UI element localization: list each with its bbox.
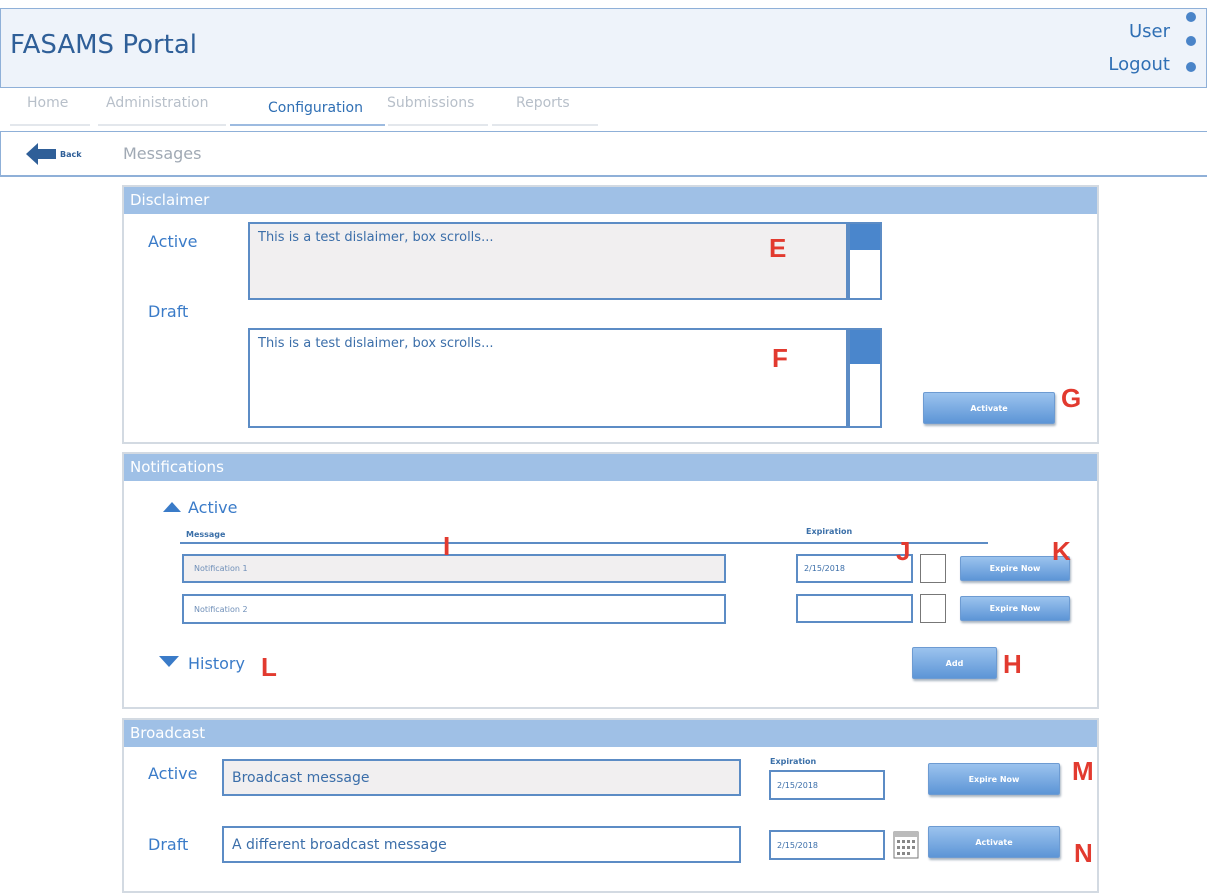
scroll-thumb[interactable] (850, 224, 880, 250)
disclaimer-activate-button[interactable]: Activate (923, 392, 1055, 424)
nav-reports[interactable]: Reports (516, 95, 570, 121)
app-title: FASAMS Portal (10, 30, 198, 60)
broadcast-active-expiration[interactable]: 2/15/2018 (769, 770, 885, 800)
broadcast-draft-text[interactable]: A different broadcast message (222, 826, 741, 863)
disclaimer-draft-label: Draft (148, 302, 189, 321)
broadcast-active-text[interactable]: Broadcast message (222, 759, 741, 796)
annotation-f: F (772, 343, 788, 373)
annotation-l: L (261, 652, 277, 682)
annotation-g: G (1061, 383, 1082, 413)
broadcast-panel-title: Broadcast (124, 720, 1097, 747)
notification-2-calendar-icon[interactable] (920, 594, 946, 623)
nav-underline-configuration (230, 124, 385, 126)
notification-1-message[interactable]: Notification 1 (182, 554, 726, 583)
notification-2-message[interactable]: Notification 2 (182, 594, 726, 624)
expand-down-icon[interactable] (159, 656, 179, 667)
status-dot-icon (1186, 12, 1196, 22)
table-header-divider (180, 542, 988, 544)
annotation-j: J (896, 536, 911, 566)
disclaimer-active-text[interactable]: This is a test dislaimer, box scrolls... (248, 222, 848, 300)
annotation-i: I (443, 531, 451, 561)
column-header-expiration: Expiration (806, 527, 853, 536)
broadcast-expiration-label: Expiration (770, 757, 817, 766)
annotation-m: M (1072, 756, 1094, 786)
notification-2-expire-button[interactable]: Expire Now (960, 596, 1070, 621)
page-title: Messages (123, 144, 202, 163)
back-arrow-icon[interactable] (26, 143, 56, 165)
notification-2-expiration[interactable] (796, 594, 913, 623)
broadcast-active-label: Active (148, 764, 198, 783)
collapse-up-icon[interactable] (163, 502, 181, 512)
calendar-icon[interactable] (893, 831, 919, 859)
notification-1-calendar-icon[interactable] (920, 554, 946, 583)
back-button[interactable]: Back (60, 150, 82, 159)
notifications-history-toggle[interactable]: History (188, 654, 245, 673)
disclaimer-draft-text[interactable]: This is a test dislaimer, box scrolls... (248, 328, 848, 428)
disclaimer-draft-scrollbar[interactable] (848, 328, 882, 428)
disclaimer-active-label: Active (148, 232, 198, 251)
notifications-active-toggle[interactable]: Active (188, 498, 238, 517)
user-dot-icon (1186, 36, 1196, 46)
notifications-panel-title: Notifications (124, 454, 1097, 481)
disclaimer-panel-title: Disclaimer (124, 187, 1097, 214)
broadcast-expire-button[interactable]: Expire Now (928, 763, 1060, 795)
annotation-k: K (1052, 536, 1071, 566)
logout-dot-icon (1186, 62, 1196, 72)
add-notification-button[interactable]: Add (912, 647, 997, 679)
broadcast-draft-label: Draft (148, 835, 189, 854)
nav-underline-submissions (388, 124, 488, 126)
user-link[interactable]: User (1129, 21, 1170, 42)
disclaimer-active-scrollbar[interactable] (848, 222, 882, 300)
nav-submissions[interactable]: Submissions (387, 95, 474, 121)
nav-configuration[interactable]: Configuration (268, 100, 363, 126)
annotation-h: H (1003, 649, 1022, 679)
broadcast-panel: Broadcast (122, 718, 1099, 893)
broadcast-draft-expiration[interactable]: 2/15/2018 (769, 830, 885, 860)
nav-administration[interactable]: Administration (106, 95, 208, 121)
column-header-message: Message (186, 530, 226, 539)
logout-link[interactable]: Logout (1108, 54, 1170, 75)
annotation-e: E (769, 233, 787, 263)
nav-underline-reports (492, 124, 598, 126)
broadcast-activate-button[interactable]: Activate (928, 826, 1060, 858)
scroll-thumb[interactable] (850, 330, 880, 364)
nav-underline-administration (98, 124, 226, 126)
nav-underline-home (10, 124, 90, 126)
nav-home[interactable]: Home (27, 95, 68, 121)
annotation-n: N (1074, 838, 1093, 868)
